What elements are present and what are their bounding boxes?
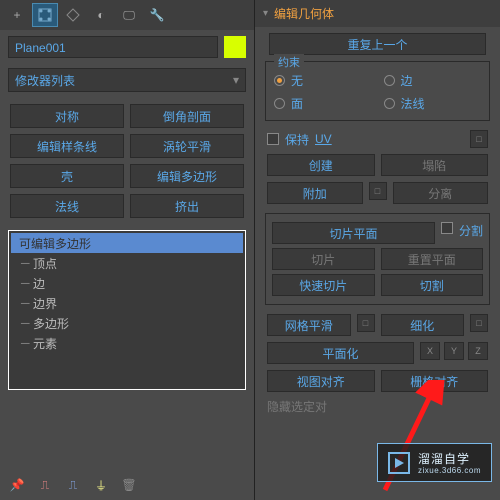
create-button[interactable]: 创建 [267, 154, 375, 176]
section-edit-geometry[interactable]: 编辑几何体 [255, 0, 500, 27]
radio-edge[interactable]: 边 [384, 72, 482, 89]
radio-face[interactable]: 面 [274, 95, 372, 112]
preserve-label: 保持 [285, 131, 309, 148]
show-end-icon[interactable]: ⎍ [64, 476, 82, 494]
btn-edit-poly[interactable]: 编辑多边形 [130, 164, 244, 188]
preserve-uv-row: 保持 UV □ [255, 127, 500, 151]
btn-edit-spline[interactable]: 编辑样条线 [10, 134, 124, 158]
view-align-button[interactable]: 视图对齐 [267, 370, 375, 392]
radio-normal[interactable]: 法线 [384, 95, 482, 112]
object-color-swatch[interactable] [224, 36, 246, 58]
cut-button[interactable]: 切割 [381, 274, 484, 296]
mesh-smooth-button[interactable]: 网格平滑 [267, 314, 351, 336]
uv-label: UV [315, 132, 332, 146]
radio-dot-icon [384, 98, 395, 109]
preserve-uv-settings[interactable]: □ [470, 130, 488, 148]
utilities-icon[interactable]: 🔧 [144, 3, 170, 27]
watermark-text: 溜溜自学 [418, 452, 470, 466]
split-checkbox[interactable] [441, 222, 453, 234]
radio-dot-icon [274, 75, 285, 86]
btn-chamfer-profile[interactable]: 倒角剖面 [130, 104, 244, 128]
bulb-icon[interactable]: ⎍ [36, 476, 54, 494]
play-icon [388, 452, 410, 474]
slice-plane-button[interactable]: 切片平面 [272, 222, 435, 244]
planar-y-button[interactable]: Y [444, 342, 464, 360]
stack-toolbar: 📌 ⎍ ⎍ ⏚ 🗑 [8, 476, 138, 494]
planarize-button[interactable]: 平面化 [267, 342, 414, 364]
repeat-last-button[interactable]: 重复上一个 [269, 33, 486, 55]
planar-x-button[interactable]: X [420, 342, 440, 360]
btn-shell[interactable]: 壳 [10, 164, 124, 188]
add-icon[interactable]: + [4, 3, 30, 27]
modifier-quick-buttons: 对称 倒角剖面 编辑样条线 涡轮平滑 壳 编辑多边形 法线 挤出 [0, 96, 254, 226]
stack-root[interactable]: 可编辑多边形 [11, 233, 243, 253]
hierarchy-icon[interactable] [60, 3, 86, 27]
btn-symmetry[interactable]: 对称 [10, 104, 124, 128]
pin-icon[interactable]: 📌 [8, 476, 26, 494]
constraint-title: 约束 [274, 54, 304, 70]
quick-slice-button[interactable]: 快速切片 [272, 274, 375, 296]
stack-border[interactable]: 边界 [11, 293, 243, 313]
top-toolbar: + ◐ 🖵 🔧 [0, 0, 254, 30]
modifier-icon[interactable] [32, 3, 58, 27]
planar-z-button[interactable]: Z [468, 342, 488, 360]
hide-selected-label: 隐藏选定对 [267, 398, 327, 415]
section-title: 编辑几何体 [274, 5, 334, 22]
stack-edge[interactable]: 边 [11, 273, 243, 293]
tessellate-settings[interactable]: □ [470, 314, 488, 332]
constraint-group: 约束 无 边 面 法线 [265, 61, 490, 121]
detach-button[interactable]: 分离 [393, 182, 489, 204]
radio-dot-icon [384, 75, 395, 86]
collapse-button[interactable]: 塌陷 [381, 154, 489, 176]
slice-group: 切片平面 分割 切片 重置平面 快速切片 切割 [265, 213, 490, 305]
btn-turbosmooth[interactable]: 涡轮平滑 [130, 134, 244, 158]
modifier-stack[interactable]: 可编辑多边形 顶点 边 边界 多边形 元素 [8, 230, 246, 390]
slice-button[interactable]: 切片 [272, 248, 375, 270]
btn-extrude[interactable]: 挤出 [130, 194, 244, 218]
make-unique-icon[interactable]: ⏚ [92, 476, 110, 494]
grid-align-button[interactable]: 栅格对齐 [381, 370, 489, 392]
split-label: 分割 [459, 222, 483, 244]
radio-dot-icon [274, 98, 285, 109]
watermark-sub: zixue.3d66.com [418, 466, 481, 475]
motion-icon[interactable]: ◐ [88, 3, 114, 27]
watermark: 溜溜自学 zixue.3d66.com [377, 443, 492, 482]
attach-settings[interactable]: □ [369, 182, 387, 200]
tessellate-button[interactable]: 细化 [381, 314, 465, 336]
trash-icon[interactable]: 🗑 [120, 476, 138, 494]
stack-vertex[interactable]: 顶点 [11, 253, 243, 273]
reset-plane-button[interactable]: 重置平面 [381, 248, 484, 270]
preserve-uv-checkbox[interactable] [267, 133, 279, 145]
btn-normal[interactable]: 法线 [10, 194, 124, 218]
stack-element[interactable]: 元素 [11, 333, 243, 353]
modifier-list-label: 修改器列表 [15, 72, 75, 89]
mesh-smooth-settings[interactable]: □ [357, 314, 375, 332]
stack-polygon[interactable]: 多边形 [11, 313, 243, 333]
modifier-list-dropdown[interactable]: 修改器列表 [8, 68, 246, 92]
object-name-input[interactable]: Plane001 [8, 36, 218, 58]
radio-none[interactable]: 无 [274, 72, 372, 89]
display-icon[interactable]: 🖵 [116, 3, 142, 27]
attach-button[interactable]: 附加 [267, 182, 363, 204]
